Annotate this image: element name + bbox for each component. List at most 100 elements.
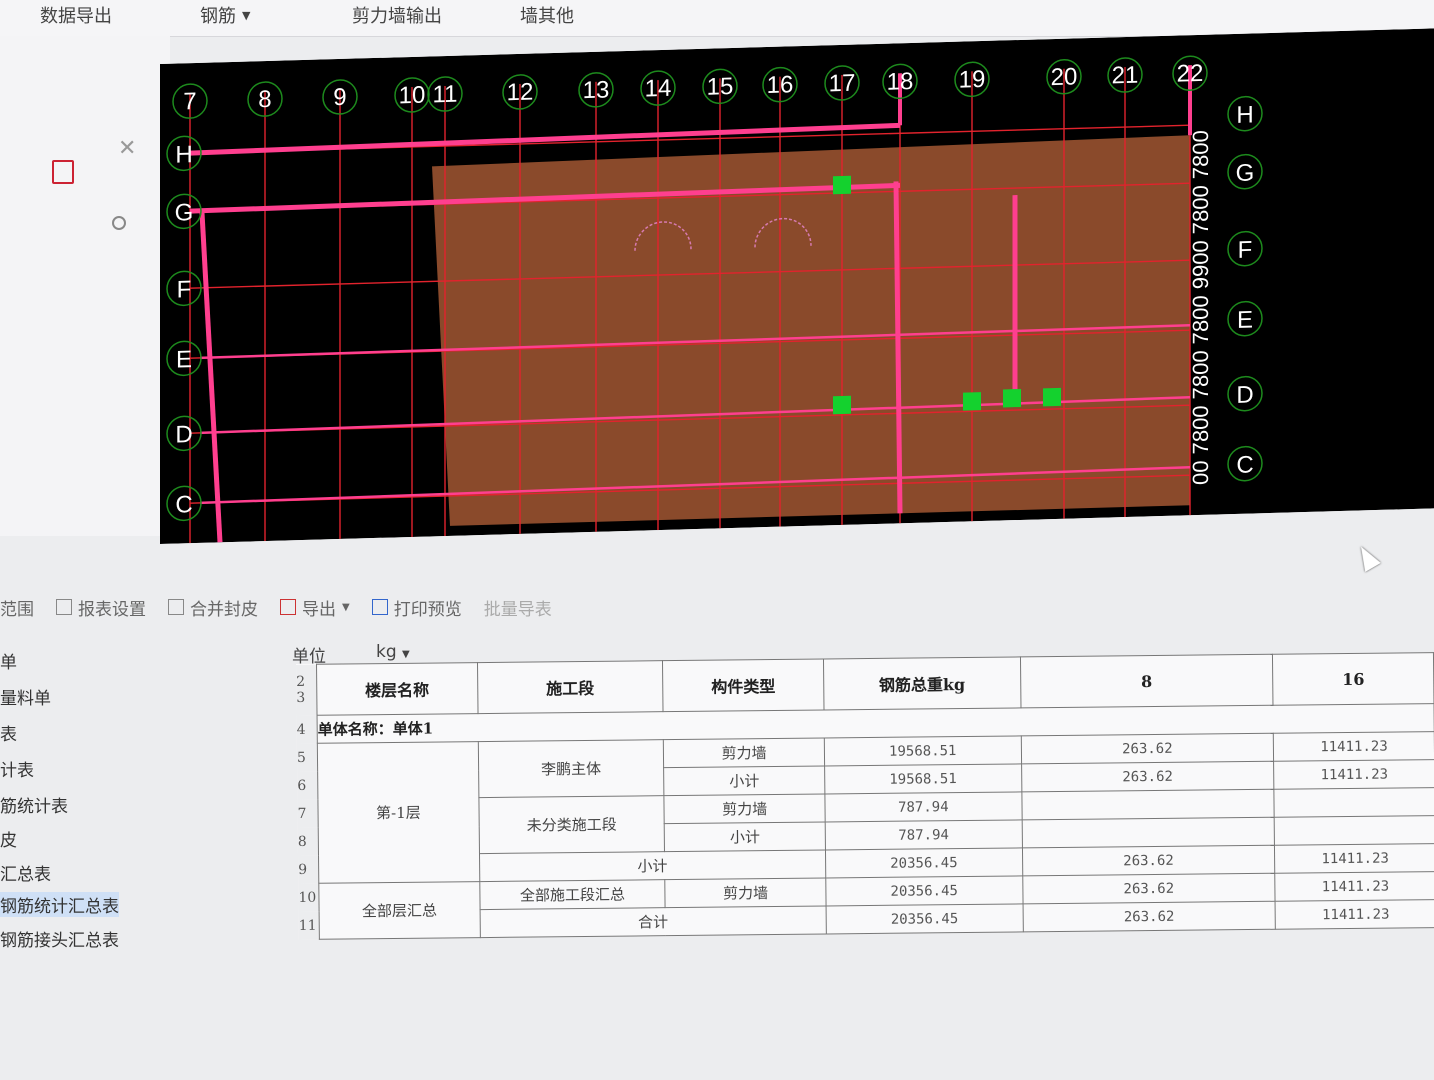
left-dock-panel: ✕: [0, 36, 170, 536]
tree-item[interactable]: 皮: [0, 826, 17, 851]
axis-label-15: 15: [707, 73, 734, 101]
menu-data-export[interactable]: 数据导出: [40, 0, 112, 30]
top-menu-bar: 数据导出 钢筋 ▼ 剪力墙输出 墙其他: [0, 0, 1434, 37]
total-weight-cell: 19568.51: [824, 763, 1022, 794]
dia-8-cell: 263.62: [1022, 873, 1276, 904]
tree-item[interactable]: 表: [0, 720, 17, 745]
menu-rebar[interactable]: 钢筋 ▼: [200, 0, 250, 30]
axis-label-10: 10: [399, 82, 426, 110]
header-total-weight: 钢筋总重kg: [823, 656, 1021, 710]
batch-export-button[interactable]: 批量导表: [484, 595, 552, 620]
total-weight-cell: 787.94: [825, 819, 1023, 850]
component-cell: 小计: [664, 821, 826, 852]
close-icon[interactable]: ✕: [118, 136, 136, 161]
cad-canvas[interactable]: 7 8 9 10 11 12 13 14 15 16 17 18 19 20 21 22 H G F E D C H G F E D…: [160, 28, 1434, 544]
axis-label-C: C: [175, 491, 192, 518]
axis-label-E: E: [176, 346, 192, 373]
tree-item[interactable]: 量料单: [0, 684, 51, 709]
report-toolbar: 范围 报表设置 合并封皮 导出 ▼ 打印预览 批量导表: [0, 592, 1434, 622]
section-cell: 李鹏主体: [477, 739, 665, 798]
column-marker: [963, 392, 981, 411]
tree-item[interactable]: 筋统计表: [0, 792, 68, 817]
row-number: 9: [298, 855, 319, 884]
component-cell: 剪力墙: [664, 793, 826, 824]
menu-shear-wall-output-label: 剪力墙输出: [352, 6, 442, 27]
dia-8-cell: 263.62: [1022, 845, 1275, 876]
component-cell: 小计: [663, 765, 825, 796]
row-number: 6: [297, 771, 318, 800]
dia-16-cell: 11411.23: [1274, 843, 1434, 874]
dia-16-cell: 11411.23: [1273, 731, 1434, 762]
merge-cover-label: 合并封皮: [190, 599, 258, 620]
cad-viewport[interactable]: 7 8 9 10 11 12 13 14 15 16 17 18 19 20 21 22 H G F E D C H G F E D…: [160, 28, 1434, 544]
header-dia-8: 8: [1020, 654, 1274, 708]
subtotal-cell: 小计: [479, 849, 826, 882]
menu-shear-wall-output[interactable]: 剪力墙输出: [352, 0, 442, 30]
menu-data-export-label: 数据导出: [40, 6, 112, 27]
dia-8-cell: 263.62: [1021, 761, 1275, 792]
axis-label-F: F: [177, 276, 192, 303]
header-construction-section: 施工段: [477, 660, 664, 714]
total-weight-cell: 787.94: [824, 791, 1022, 822]
all-floors-cell: 全部层汇总: [318, 881, 481, 940]
axis-label-16: 16: [767, 71, 794, 99]
axis-label-22: 22: [1177, 60, 1204, 88]
axis-label-17: 17: [829, 70, 856, 98]
dia-16-cell: 11411.23: [1273, 759, 1434, 790]
menu-other[interactable]: 墙其他: [520, 0, 574, 30]
axis-label-9: 9: [333, 84, 346, 111]
report-settings-label: 报表设置: [78, 599, 146, 620]
total-weight-cell: 20356.45: [826, 903, 1023, 934]
axis-label-right-F: F: [1238, 236, 1253, 263]
axis-label-11: 11: [433, 81, 458, 109]
row-number: 7: [297, 799, 319, 828]
row-number: 5: [296, 743, 318, 772]
axis-label-H: H: [175, 141, 192, 168]
dimension-text: 00 7800 7800 7800 9900 7800 7800: [1188, 130, 1213, 485]
export-button[interactable]: 导出 ▼: [280, 595, 350, 620]
header-component-type: 构件类型: [662, 658, 824, 712]
menu-rebar-label: 钢筋: [200, 6, 236, 27]
panel-icon[interactable]: [52, 160, 74, 184]
axis-label-8: 8: [258, 86, 271, 113]
report-table-container: 23 楼层名称 施工段 构件类型 钢筋总重kg 8 16 4 单体名称：单体1 …: [296, 652, 1434, 940]
export-icon: [280, 599, 296, 615]
report-settings-button[interactable]: 报表设置: [56, 595, 146, 620]
search-icon[interactable]: [112, 216, 126, 230]
report-table: 23 楼层名称 施工段 构件类型 钢筋总重kg 8 16 4 单体名称：单体1 …: [296, 652, 1434, 940]
range-button[interactable]: 范围: [0, 595, 34, 620]
tree-item-rebar-summary[interactable]: 钢筋统计汇总表: [0, 892, 119, 917]
tree-item[interactable]: 钢筋接头汇总表: [0, 926, 119, 951]
batch-export-label: 批量导表: [483, 599, 552, 620]
axis-label-18: 18: [887, 68, 914, 96]
column-marker: [1043, 387, 1061, 407]
unit-value: kg: [376, 642, 397, 662]
checkbox-icon: [168, 599, 184, 615]
print-preview-icon: [371, 599, 388, 615]
dia-16-cell: 11411.23: [1275, 899, 1434, 930]
dia-8-cell: 263.62: [1022, 901, 1276, 932]
menu-other-label: 墙其他: [520, 6, 574, 27]
axis-label-right-G: G: [1236, 159, 1255, 187]
tree-item[interactable]: 计表: [0, 756, 34, 781]
total-weight-cell: 20356.45: [825, 875, 1023, 906]
section-cell: 未分类施工段: [478, 795, 665, 854]
header-floor-name: 楼层名称: [316, 662, 478, 716]
row-number: 11: [298, 911, 320, 940]
print-preview-label: 打印预览: [393, 599, 462, 620]
dia-8-cell: [1021, 789, 1275, 820]
axis-label-G: G: [175, 199, 194, 227]
dia-8-cell: 263.62: [1020, 733, 1274, 764]
tree-item[interactable]: 汇总表: [0, 860, 51, 885]
component-cell: 剪力墙: [663, 737, 825, 768]
settings-icon: [56, 599, 72, 615]
print-preview-button[interactable]: 打印预览: [371, 595, 462, 620]
chevron-down-icon: ▼: [342, 601, 350, 613]
axis-label-14: 14: [645, 75, 672, 103]
merge-cover-checkbox[interactable]: 合并封皮: [168, 595, 258, 620]
tree-item[interactable]: 单: [0, 648, 17, 673]
dia-16-cell: 11411.23: [1274, 871, 1434, 902]
total-weight-cell: 20356.45: [825, 847, 1023, 878]
axis-label-right-C: C: [1236, 451, 1253, 478]
column-marker: [833, 175, 851, 195]
